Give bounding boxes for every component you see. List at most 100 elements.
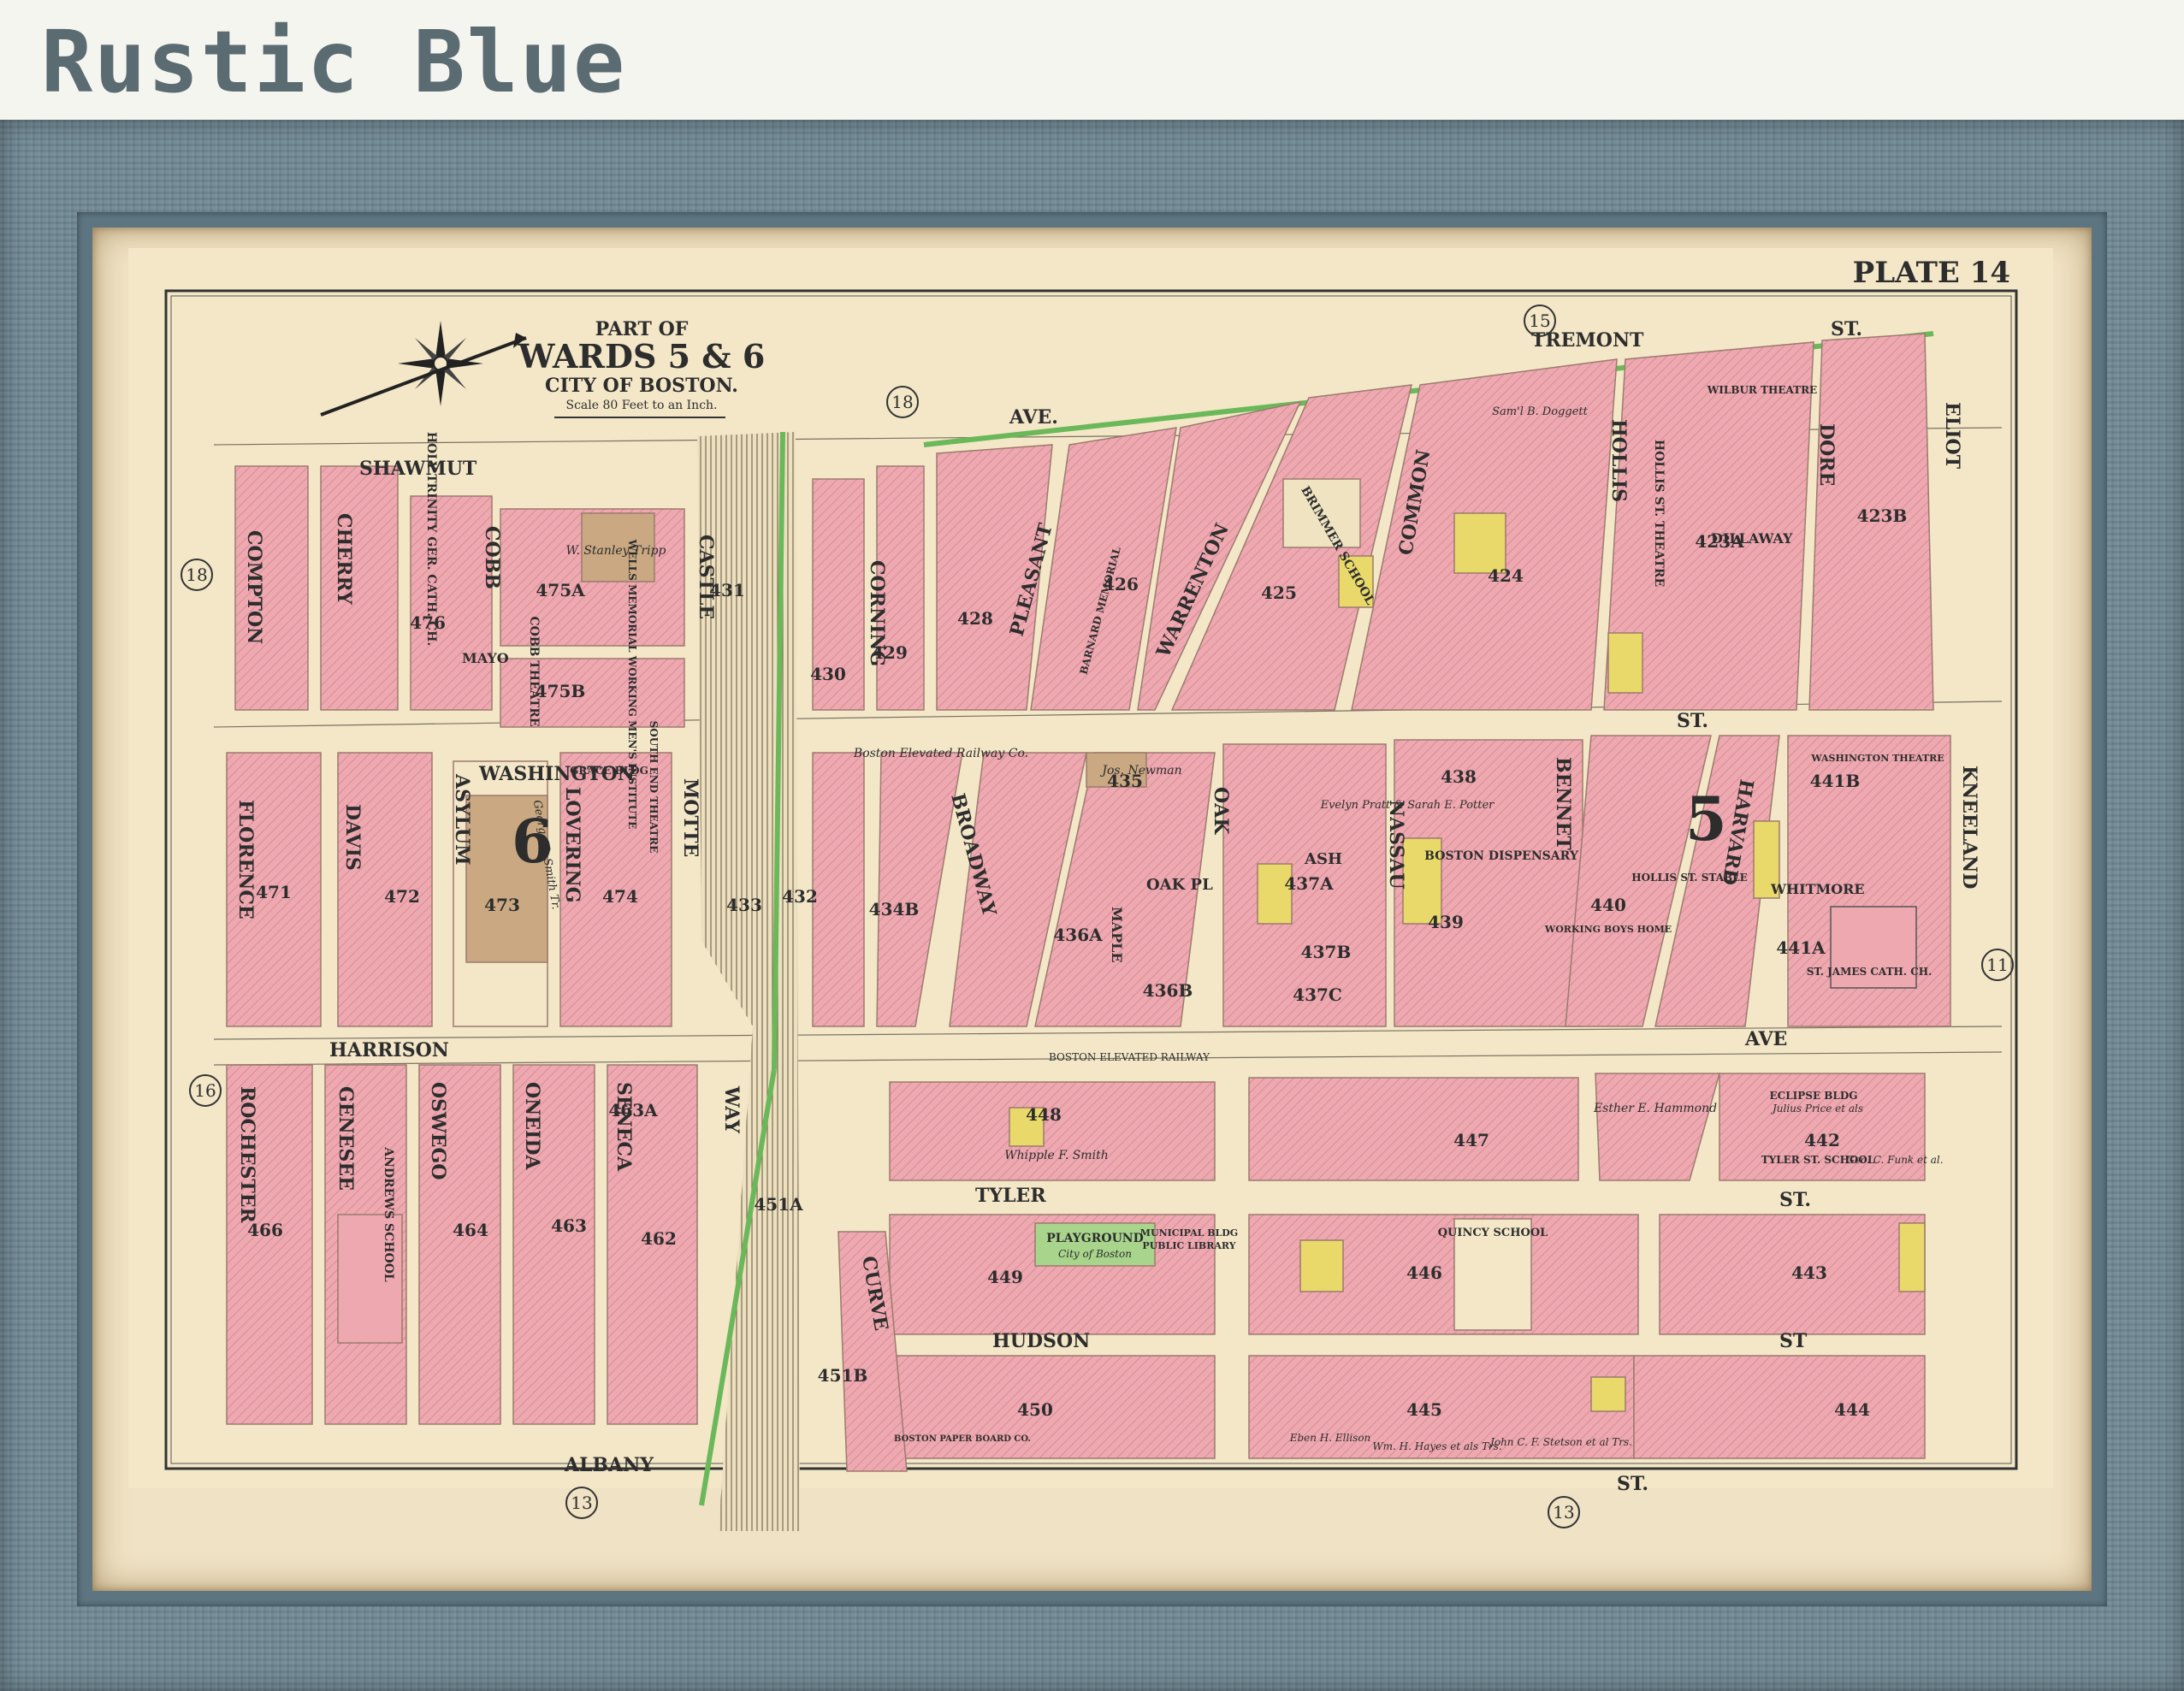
street-way: WAY <box>720 1085 743 1133</box>
owner-funk: Geo. C. Funk et al. <box>1846 1154 1943 1166</box>
owner-hammond: Esther E. Hammond <box>1593 1102 1717 1115</box>
landmark-boston-dispensary: BOSTON DISPENSARY <box>1424 849 1579 863</box>
block-number: 440 <box>1590 895 1626 915</box>
block-number: 444 <box>1834 1399 1870 1420</box>
block-number: 446 <box>1406 1262 1442 1283</box>
block-number: 447 <box>1453 1130 1489 1150</box>
street-ash: ASH <box>1304 850 1342 868</box>
adjacent-plate-18-left: 18 <box>186 565 207 585</box>
map-title-line2: WARDS 5 & 6 <box>518 337 766 375</box>
block-number: 464 <box>453 1220 488 1240</box>
street-oneida: ONEIDA <box>521 1082 543 1170</box>
street-mayo: MAYO <box>462 650 509 666</box>
block-number: 430 <box>810 664 846 684</box>
block-number: 449 <box>987 1267 1023 1287</box>
landmark-andrews-school: ANDREWS SCHOOL <box>382 1146 395 1282</box>
street-florence: FLORENCE <box>234 800 257 919</box>
street-washington-st: ST. <box>1677 710 1708 732</box>
street-eliot: ELIOT <box>1941 402 1963 470</box>
map-plate: PLATE 14 PART OF WARDS 5 & 6 CITY OF BOS… <box>128 248 2053 1531</box>
street-tremont-st: ST. <box>1831 318 1862 340</box>
block-number: 434B <box>869 899 920 919</box>
block-number: 475B <box>536 681 586 701</box>
street-nassau: NASSAU <box>1385 800 1407 890</box>
block-number: 437B <box>1301 942 1352 962</box>
owner-whipple: Whipple F. Smith <box>1004 1149 1108 1162</box>
street-oak-pl: OAK PL <box>1146 876 1213 894</box>
landmark-holy-trinity: HOLY TRINITY GER. CATH. CH. <box>424 432 438 646</box>
block-number: 431 <box>709 580 745 600</box>
landmark-working-boys-home: WORKING BOYS HOME <box>1544 924 1672 935</box>
landmark-wilbur-theatre: WILBUR THEATRE <box>1707 384 1817 396</box>
block-number: 448 <box>1026 1104 1062 1125</box>
ward-number-5: 5 <box>1685 783 1727 854</box>
block-number: 436A <box>1053 925 1103 945</box>
block-number: 437A <box>1284 873 1334 894</box>
street-seneca: SENECA <box>613 1082 635 1172</box>
owner-hayes: Wm. H. Hayes et als Trs. <box>1372 1440 1501 1452</box>
block-number: 472 <box>384 886 420 907</box>
block-number: 442 <box>1804 1130 1840 1150</box>
landmark-playground: PLAYGROUND <box>1046 1232 1143 1245</box>
street-whitmore: WHITMORE <box>1770 881 1865 897</box>
block-number: 428 <box>957 608 993 629</box>
landmark-public-library: PUBLIC LIBRARY <box>1142 1240 1235 1251</box>
street-ave: AVE. <box>1009 406 1058 429</box>
block-number: 475A <box>536 580 585 600</box>
street-harrison: HARRISON <box>329 1039 449 1061</box>
block-number: 473 <box>484 895 520 915</box>
street-cherry: CHERRY <box>333 513 355 605</box>
block-number: 463 <box>551 1215 587 1236</box>
street-oswego: OSWEGO <box>427 1082 449 1180</box>
street-lovering: LOVERING <box>561 787 583 903</box>
street-cobb: COBB <box>481 526 503 589</box>
block-number: 463A <box>608 1100 658 1120</box>
landmark-boston-elevated: Boston Elevated Railway Co. <box>853 747 1028 760</box>
landmark-hollis-theatre: HOLLIS ST. THEATRE <box>1652 440 1666 587</box>
owner-stetson: John C. F. Stetson et al Trs. <box>1488 1436 1632 1448</box>
block-number: 451A <box>754 1194 803 1215</box>
landmark-grace-bldg: GRACE BLDG <box>570 765 648 777</box>
adjacent-plate-16: 16 <box>194 1080 216 1101</box>
block-number: 436B <box>1143 980 1193 1001</box>
block-number: 450 <box>1017 1399 1053 1420</box>
landmark-eclipse-bldg: ECLIPSE BLDG <box>1770 1090 1858 1102</box>
block-number: 441B <box>1810 771 1861 791</box>
street-dore: DORE <box>1815 423 1838 486</box>
landmark-playground-owner: City of Boston <box>1058 1248 1132 1260</box>
map-title-line3: CITY OF BOSTON. <box>545 375 738 397</box>
street-motte: MOTTE <box>679 778 701 857</box>
owner-price: Julius Price et als <box>1770 1103 1863 1115</box>
street-castle: CASTLE <box>695 535 717 619</box>
owner-doggett: Sam'l B. Doggett <box>1492 405 1588 418</box>
owner-pratt: Evelyn Pratt & Sarah E. Potter <box>1320 799 1495 812</box>
street-genesee: GENESEE <box>334 1086 357 1191</box>
street-hudson-st: ST <box>1779 1330 1808 1352</box>
street-tyler-st: ST. <box>1779 1189 1811 1211</box>
street-rochester: ROCHESTER <box>236 1086 258 1224</box>
map-scale-text: Scale 80 Feet to an Inch. <box>565 399 717 412</box>
block-number: 437C <box>1293 984 1342 1005</box>
block-number: 423A <box>1695 531 1744 552</box>
block-number: 438 <box>1441 766 1477 787</box>
landmark-paper-board: BOSTON PAPER BOARD CO. <box>894 1434 1031 1444</box>
street-oak: OAK <box>1210 787 1232 835</box>
block-number: 433 <box>726 895 762 915</box>
landmark-st-james: ST. JAMES CATH. CH. <box>1807 966 1932 978</box>
block-number: 429 <box>872 642 908 663</box>
landmark-hollis-stable: HOLLIS ST. STABLE <box>1631 872 1748 884</box>
landmark-wells-school: WELLS MEMORIAL WORKING MEN'S INSTITUTE <box>626 539 638 830</box>
adjacent-plate-15: 15 <box>1529 310 1550 331</box>
street-hollis: HOLLIS <box>1607 419 1630 502</box>
block-number: 451B <box>818 1365 868 1386</box>
adjacent-plate-13-right: 13 <box>1553 1502 1574 1522</box>
street-davis: DAVIS <box>341 804 364 871</box>
landmark-south-end-theatre: SOUTH END THEATRE <box>648 721 660 854</box>
block-number: 474 <box>602 886 638 907</box>
block-number: 425 <box>1261 582 1297 603</box>
block-number: 441A <box>1776 937 1826 958</box>
street-hudson: HUDSON <box>992 1330 1090 1352</box>
landmark-cobb-theatre: COBB THEATRE <box>527 616 541 726</box>
adjacent-plate-11: 11 <box>1986 955 2008 975</box>
street-albany-st: ST. <box>1617 1473 1648 1495</box>
